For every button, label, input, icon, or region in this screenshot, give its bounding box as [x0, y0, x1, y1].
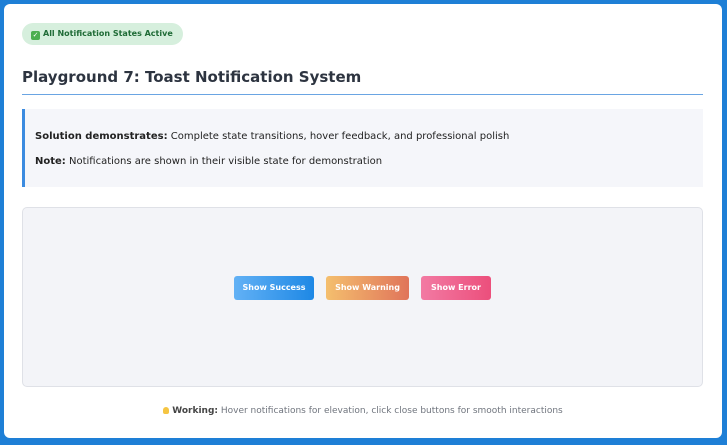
info-solution-label: Solution demonstrates: — [35, 131, 168, 142]
info-line-note: Note: Notifications are shown in their v… — [35, 156, 382, 167]
app-frame: ✓ All Notification States Active Playgrou… — [4, 4, 722, 438]
info-panel: Solution demonstrates: Complete state tr… — [22, 109, 703, 187]
lightbulb-icon — [163, 407, 170, 414]
info-solution-text: Complete state transitions, hover feedba… — [167, 131, 510, 142]
show-warning-button[interactable]: Show Warning — [326, 276, 409, 300]
info-line-solution: Solution demonstrates: Complete state tr… — [35, 131, 509, 142]
page-title: Playground 7: Toast Notification System — [22, 68, 362, 86]
show-success-button[interactable]: Show Success — [234, 276, 314, 300]
check-icon: ✓ — [31, 31, 40, 40]
status-badge-label: All Notification States Active — [43, 29, 173, 38]
title-divider — [22, 94, 703, 95]
toast-playground-area: Show Success Show Warning Show Error — [22, 207, 703, 387]
info-note-label: Note: — [35, 156, 66, 167]
status-badge: ✓ All Notification States Active — [22, 23, 183, 45]
footer-hint-label: Working: — [172, 406, 218, 416]
show-error-button[interactable]: Show Error — [421, 276, 491, 300]
footer-hint-text: Hover notifications for elevation, click… — [218, 406, 563, 416]
info-note-text: Notifications are shown in their visible… — [65, 156, 383, 167]
footer-hint: Working: Hover notifications for elevati… — [4, 406, 722, 416]
